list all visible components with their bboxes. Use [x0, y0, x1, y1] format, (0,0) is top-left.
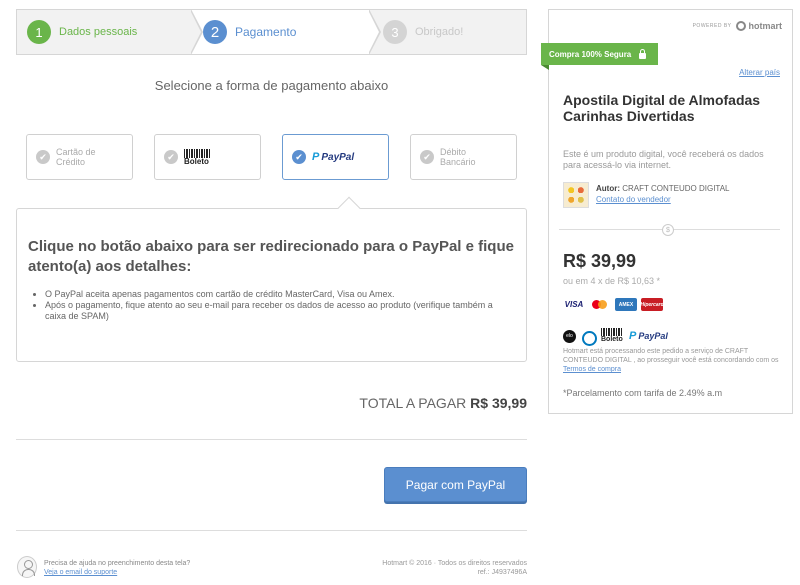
product-price: R$ 39,99: [563, 251, 637, 271]
paypal-label: PayPal: [321, 151, 355, 163]
step-number: 3: [383, 20, 407, 44]
product-author: Autor: CRAFT CONTEUDO DIGITAL Contato do…: [596, 183, 730, 205]
help-text: Precisa de ajuda no preenchimento desta …: [44, 560, 191, 567]
list-item: O PayPal aceita apenas pagamentos com ca…: [45, 289, 515, 300]
total-to-pay: TOTAL A PAGAR R$ 39,99: [16, 395, 527, 411]
paypal-logo: P PayPal: [629, 330, 668, 342]
support-email-link[interactable]: Veja o email do suporte: [44, 568, 190, 577]
step-number: 2: [203, 20, 227, 44]
step-payment[interactable]: 2 Pagamento: [191, 9, 381, 55]
reference-code: ref.: J4937496A: [477, 569, 527, 576]
help-block: Precisa de ajuda no preenchimento desta …: [44, 559, 190, 577]
elo-icon: elo: [563, 329, 576, 343]
other-payment-methods: elo Boleto P PayPal: [563, 328, 668, 346]
hotmart-logo-icon: [735, 21, 746, 31]
mastercard-icon: [589, 298, 611, 311]
method-boleto[interactable]: ✔ Boleto: [154, 134, 261, 180]
step-personal-data[interactable]: 1 Dados pessoais: [17, 9, 203, 55]
legal-text: Hotmart está processando este pedido a s…: [563, 348, 779, 364]
step-label: Obrigado!: [415, 26, 464, 38]
secure-label: Compra 100% Segura: [549, 49, 632, 59]
secure-purchase-ribbon: Compra 100% Segura: [541, 43, 659, 70]
divider: [16, 530, 527, 531]
pointer-arrow: [337, 196, 361, 220]
check-icon: ✔: [164, 150, 178, 164]
info-title: Clique no botão abaixo para ser redireci…: [28, 238, 514, 275]
step-label: Dados pessoais: [59, 26, 138, 38]
visa-icon: VISA: [564, 300, 584, 309]
step-number: 1: [27, 20, 51, 44]
chevron-right-icon: [190, 9, 203, 55]
brand-name: hotmart: [748, 21, 783, 31]
legal-notice: Hotmart está processando este pedido a s…: [563, 347, 783, 374]
paypal-icon: P: [312, 151, 320, 163]
check-icon: ✔: [292, 150, 306, 164]
boleto-logo: Boleto: [184, 148, 210, 166]
list-item: Após o pagamento, fique atento ao seu e-…: [45, 300, 515, 322]
author-label: Autor:: [596, 184, 620, 193]
boleto-icon: Boleto: [601, 328, 623, 344]
payment-select-title: Selecione a forma de pagamento abaixo: [154, 78, 389, 93]
installment-note: *Parcelamento com tarifa de 2.49% a.m: [563, 388, 723, 398]
paypal-icon: P: [629, 330, 637, 342]
author-name: CRAFT CONTEUDO DIGITAL: [622, 184, 730, 193]
lock-icon: [639, 48, 647, 59]
change-country-link[interactable]: Alterar país: [739, 68, 780, 77]
barcode-icon: [601, 328, 623, 336]
chevron-right-icon: [368, 9, 381, 55]
boleto-label: Boleto: [184, 156, 209, 166]
installment-info: ou em 4 x de R$ 10,63 *: [563, 276, 661, 286]
copyright-block: Hotmart © 2016 · Todos os direitos reser…: [382, 559, 527, 577]
total-value: R$ 39,99: [470, 395, 527, 411]
terms-link[interactable]: Termos de compra: [563, 366, 621, 373]
divider: [16, 439, 527, 440]
product-thumbnail: [563, 182, 589, 208]
info-list: O PayPal aceita apenas pagamentos com ca…: [45, 289, 515, 322]
pay-with-paypal-button[interactable]: Pagar com PayPal: [384, 467, 527, 502]
boleto-label: Boleto: [601, 336, 623, 343]
diners-icon: [581, 330, 597, 346]
check-icon: ✔: [420, 150, 434, 164]
checkout-steps: 1 Dados pessoais 2 Pagamento 3 Obrigado!: [16, 9, 527, 55]
copyright-text: Hotmart © 2016 · Todos os direitos reser…: [382, 560, 527, 567]
product-title: Apostila Digital de Almofadas Carinhas D…: [563, 92, 761, 124]
method-label: Cartão de Crédito: [56, 147, 96, 167]
support-avatar-icon: [17, 556, 37, 578]
paypal-info-box: Clique no botão abaixo para ser redireci…: [16, 196, 527, 362]
seller-contact-link[interactable]: Contato do vendedor: [596, 195, 671, 204]
powered-by: POWERED BY hotmart: [693, 21, 782, 31]
hipercard-icon: Hipercard: [640, 298, 664, 311]
powered-by-label: POWERED BY: [692, 23, 732, 29]
amex-icon: AMEX: [615, 298, 637, 311]
method-paypal[interactable]: ✔ P PayPal: [282, 134, 389, 180]
method-credit-card[interactable]: ✔ Cartão de Crédito: [26, 134, 133, 180]
paypal-logo: P PayPal: [312, 151, 354, 163]
order-summary-sidebar: POWERED BY hotmart Compra 100% Segura Al…: [541, 9, 793, 414]
step-thanks: 3 Obrigado!: [369, 10, 526, 54]
method-label: Débito Bancário: [440, 147, 476, 167]
paypal-label: PayPal: [638, 331, 668, 341]
total-label: TOTAL A PAGAR: [359, 395, 467, 411]
method-debit[interactable]: ✔ Débito Bancário: [410, 134, 517, 180]
product-description: Este é um produto digital, você receberá…: [563, 149, 764, 170]
check-icon: ✔: [36, 150, 50, 164]
card-brands: VISA AMEX Hipercard: [563, 298, 667, 311]
step-label: Pagamento: [235, 25, 297, 39]
dollar-icon: $: [662, 224, 674, 236]
